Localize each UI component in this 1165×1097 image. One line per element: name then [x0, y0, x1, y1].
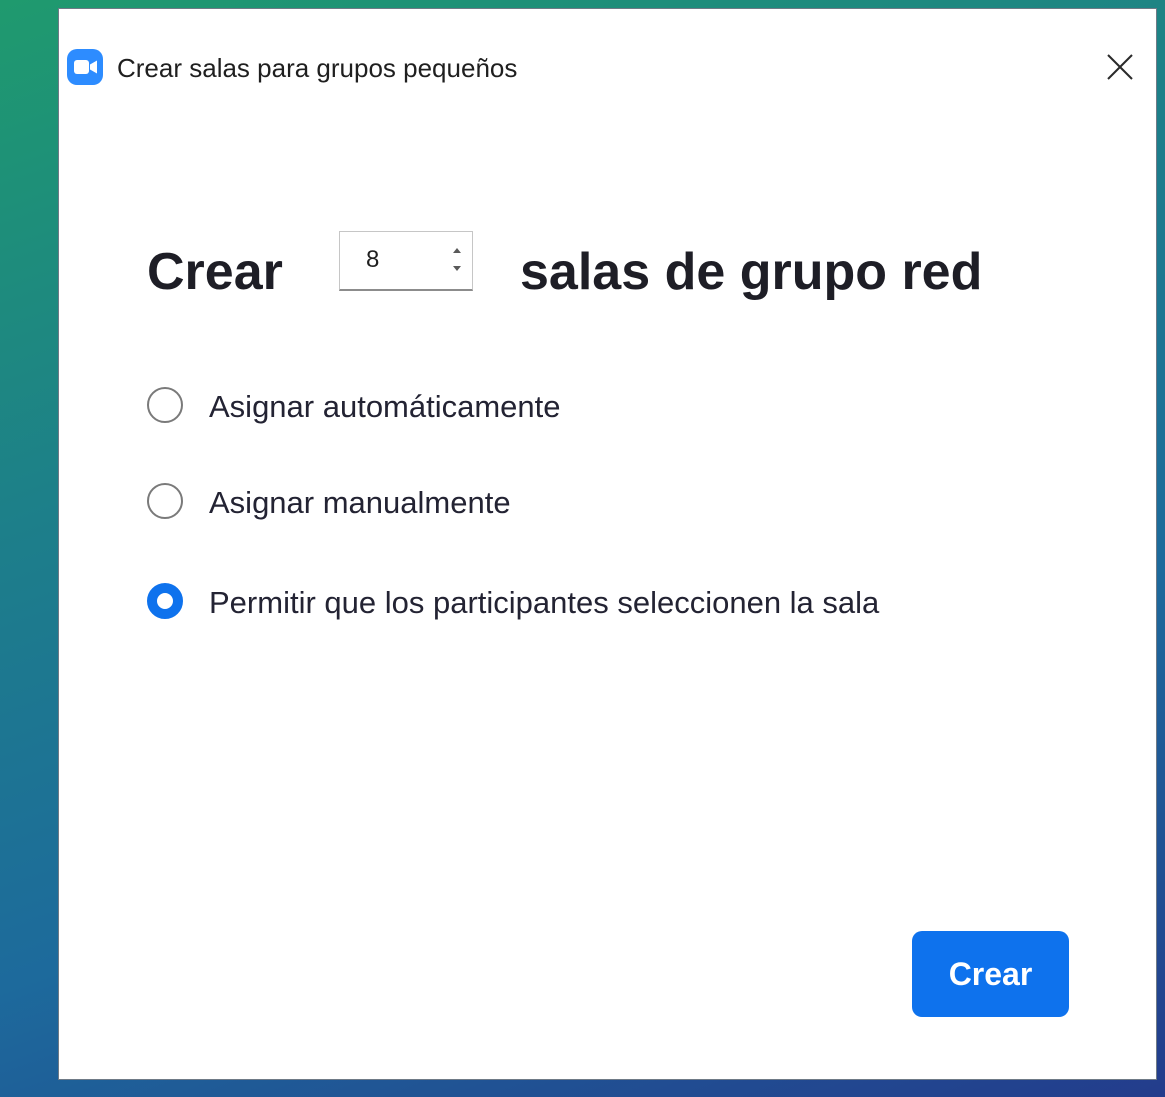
- option-label: Asignar manualmente: [209, 485, 511, 520]
- chevron-down-icon[interactable]: [450, 263, 464, 275]
- create-button[interactable]: Crear: [912, 931, 1069, 1017]
- close-icon[interactable]: [1098, 45, 1142, 89]
- window-title: Crear salas para grupos pequeños: [117, 53, 518, 83]
- chevron-up-icon[interactable]: [450, 244, 464, 256]
- zoom-camera-icon: [67, 49, 103, 85]
- option-label: Permitir que los participantes seleccion…: [209, 585, 880, 620]
- heading-prefix: Crear: [147, 243, 283, 301]
- option-label: Asignar automáticamente: [209, 389, 561, 424]
- radio-assign-automatically[interactable]: [147, 387, 183, 423]
- room-count-heading: Crear 8 salas de grupo red: [147, 227, 1156, 317]
- breakout-rooms-dialog: Crear salas para grupos pequeños Crear 8…: [58, 8, 1157, 1080]
- room-count-value[interactable]: 8: [366, 246, 379, 274]
- radio-let-participants-choose[interactable]: [147, 583, 183, 619]
- close-button[interactable]: [1098, 45, 1142, 89]
- room-count-stepper[interactable]: 8: [339, 231, 473, 291]
- radio-assign-manually[interactable]: [147, 483, 183, 519]
- heading-suffix: salas de grupo red: [520, 243, 983, 301]
- title-bar: Crear salas para grupos pequeños: [59, 9, 1156, 113]
